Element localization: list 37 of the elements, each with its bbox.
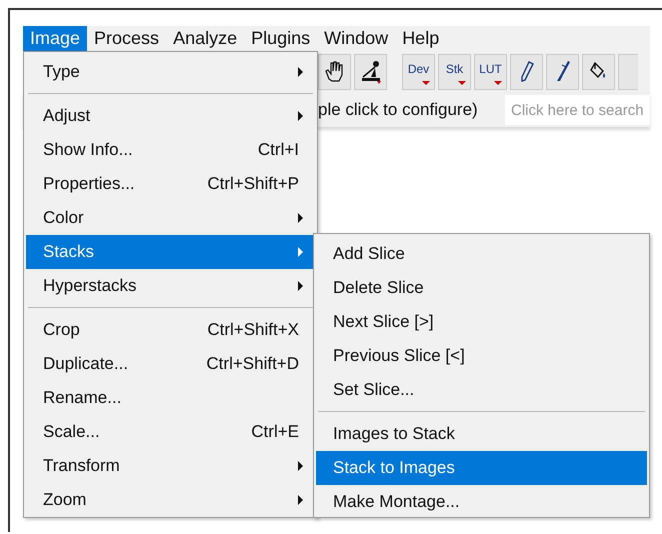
menu-bar-item[interactable]: Process xyxy=(87,26,166,51)
menu-bar-item[interactable]: Window xyxy=(317,26,396,51)
menu-item[interactable]: Add Slice xyxy=(316,237,647,271)
menu-item[interactable]: Make Montage... xyxy=(316,485,647,519)
toolbar-button[interactable] xyxy=(354,54,387,90)
menu-item[interactable]: Images to Stack xyxy=(316,417,647,451)
toolbar-menu-button[interactable]: Stk xyxy=(438,54,471,90)
menu-bar-item[interactable]: Plugins xyxy=(244,26,318,51)
toolbar-button[interactable] xyxy=(318,54,351,90)
menu-item[interactable]: Next Slice [>] xyxy=(316,305,647,339)
toolbar-button[interactable] xyxy=(510,54,543,90)
toolbar-button[interactable] xyxy=(546,54,579,90)
menu-item[interactable]: Crop Ctrl+Shift+X xyxy=(26,313,315,347)
menu-item[interactable]: Stacks xyxy=(26,235,315,269)
menu-item[interactable]: Properties... Ctrl+Shift+P xyxy=(26,167,315,201)
toolbar-button[interactable] xyxy=(582,54,615,90)
menu-item[interactable]: Color xyxy=(26,201,315,235)
menu-item[interactable]: Duplicate... Ctrl+Shift+D xyxy=(26,347,315,381)
toolbar-menu-button[interactable]: Dev xyxy=(402,54,435,90)
search-field[interactable]: Click here to search xyxy=(505,95,650,125)
menu-item[interactable]: Hyperstacks xyxy=(26,269,315,303)
menu-bar-item[interactable]: Analyze xyxy=(166,26,244,51)
toolbar-menu-button[interactable]: LUT xyxy=(474,54,507,90)
menu-bar-item[interactable]: Help xyxy=(395,26,446,51)
menu-item[interactable]: Previous Slice [<] xyxy=(316,339,647,373)
menu-item[interactable]: Transform xyxy=(26,449,315,483)
menu-item[interactable]: Stack to Images xyxy=(316,451,647,485)
menu-item[interactable]: Zoom xyxy=(26,483,315,517)
menu-item[interactable]: Scale... Ctrl+E xyxy=(26,415,315,449)
status-text: ple click to configure) xyxy=(318,100,479,120)
menu-item[interactable]: Rename... xyxy=(26,381,315,415)
menu-item[interactable]: Delete Slice xyxy=(316,271,647,305)
menu-item[interactable]: Adjust xyxy=(26,99,315,133)
menu-item[interactable]: Set Slice... xyxy=(316,373,647,407)
menu-item[interactable]: Type xyxy=(26,55,315,89)
menu-item[interactable]: Show Info... Ctrl+I xyxy=(26,133,315,167)
menu-bar-item[interactable]: Image xyxy=(23,26,88,51)
